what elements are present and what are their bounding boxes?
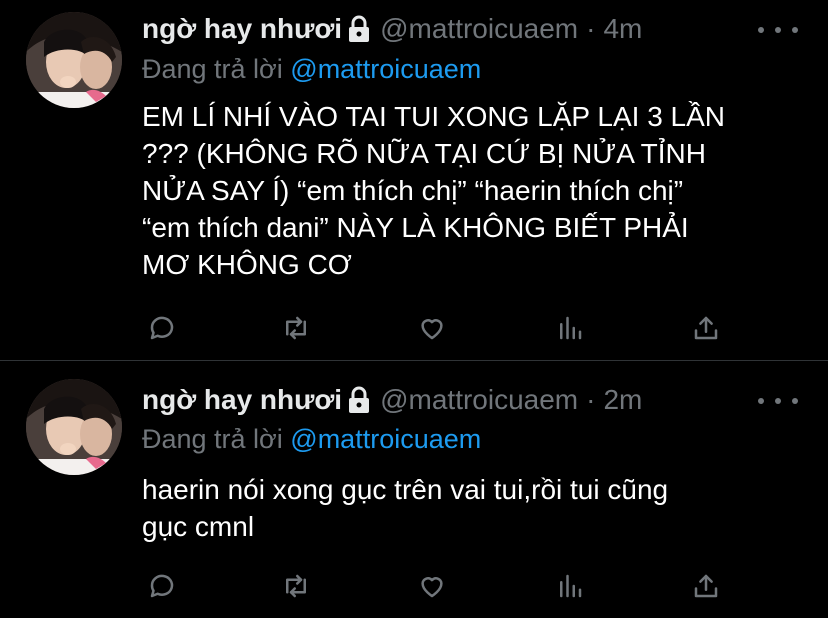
analytics-icon[interactable] — [550, 566, 590, 606]
more-icon[interactable] — [758, 391, 798, 411]
heart-icon[interactable] — [412, 308, 452, 348]
tweet-header: ngờ hay nhươi @mattroicuaem · 2m — [142, 382, 642, 418]
reply-mention-link[interactable]: @mattroicuaem — [290, 424, 481, 454]
reply-icon[interactable] — [142, 308, 182, 348]
avatar[interactable] — [26, 12, 122, 108]
tweet-text: EM LÍ NHÍ VÀO TAI TUI XONG LẶP LẠI 3 LẦN… — [142, 98, 812, 283]
lock-icon — [348, 386, 370, 414]
more-icon[interactable] — [758, 20, 798, 40]
separator-dot: · — [586, 13, 596, 44]
tweet-header: ngờ hay nhươi @mattroicuaem · 4m — [142, 11, 642, 47]
analytics-icon[interactable] — [550, 308, 590, 348]
author-name[interactable]: ngờ hay nhươi — [142, 384, 342, 416]
reply-prefix: Đang trả lời — [142, 424, 283, 454]
share-icon[interactable] — [686, 308, 726, 348]
heart-icon[interactable] — [412, 566, 452, 606]
tweet-text-line: gục cmnl — [142, 511, 255, 542]
lock-icon — [348, 15, 370, 43]
retweet-icon[interactable] — [276, 566, 316, 606]
reply-icon[interactable] — [142, 566, 182, 606]
author-handle[interactable]: @mattroicuaem — [380, 13, 578, 45]
tweet-text-line: NỬA SAY Í) “em thích chị” “haerin thích … — [142, 175, 684, 206]
tweet-text-line: EM LÍ NHÍ VÀO TAI TUI XONG LẶP LẠI 3 LẦN — [142, 101, 726, 132]
tweet[interactable]: ngờ hay nhươi @mattroicuaem · 4m Đang tr… — [0, 0, 828, 361]
reply-mention-link[interactable]: @mattroicuaem — [290, 54, 481, 84]
author-handle[interactable]: @mattroicuaem — [380, 384, 578, 416]
reply-prefix: Đang trả lời — [142, 54, 283, 84]
timestamp[interactable]: 2m — [603, 384, 642, 416]
avatar[interactable] — [26, 379, 122, 475]
timestamp[interactable]: 4m — [603, 13, 642, 45]
tweet-text-line: “em thích dani” NÀY LÀ KHÔNG BIẾT PHẢI — [142, 212, 689, 243]
tweet-actions — [142, 566, 742, 606]
tweet-actions — [142, 308, 742, 348]
separator-dot: · — [586, 384, 596, 415]
retweet-icon[interactable] — [276, 308, 316, 348]
tweet-text-line: haerin nói xong gục trên vai tui,rồi tui… — [142, 474, 669, 505]
share-icon[interactable] — [686, 566, 726, 606]
tweet-text-line: MƠ KHÔNG CƠ — [142, 249, 352, 280]
tweet-text-line: ??? (KHÔNG RÕ NỮA TẠI CỨ BỊ NỬA TỈNH — [142, 138, 706, 169]
tweet-text: haerin nói xong gục trên vai tui,rồi tui… — [142, 471, 812, 545]
reply-context: Đang trả lời @mattroicuaem — [142, 424, 481, 455]
reply-context: Đang trả lời @mattroicuaem — [142, 54, 481, 85]
tweet[interactable]: ngờ hay nhươi @mattroicuaem · 2m Đang tr… — [0, 361, 828, 618]
author-name[interactable]: ngờ hay nhươi — [142, 13, 342, 45]
